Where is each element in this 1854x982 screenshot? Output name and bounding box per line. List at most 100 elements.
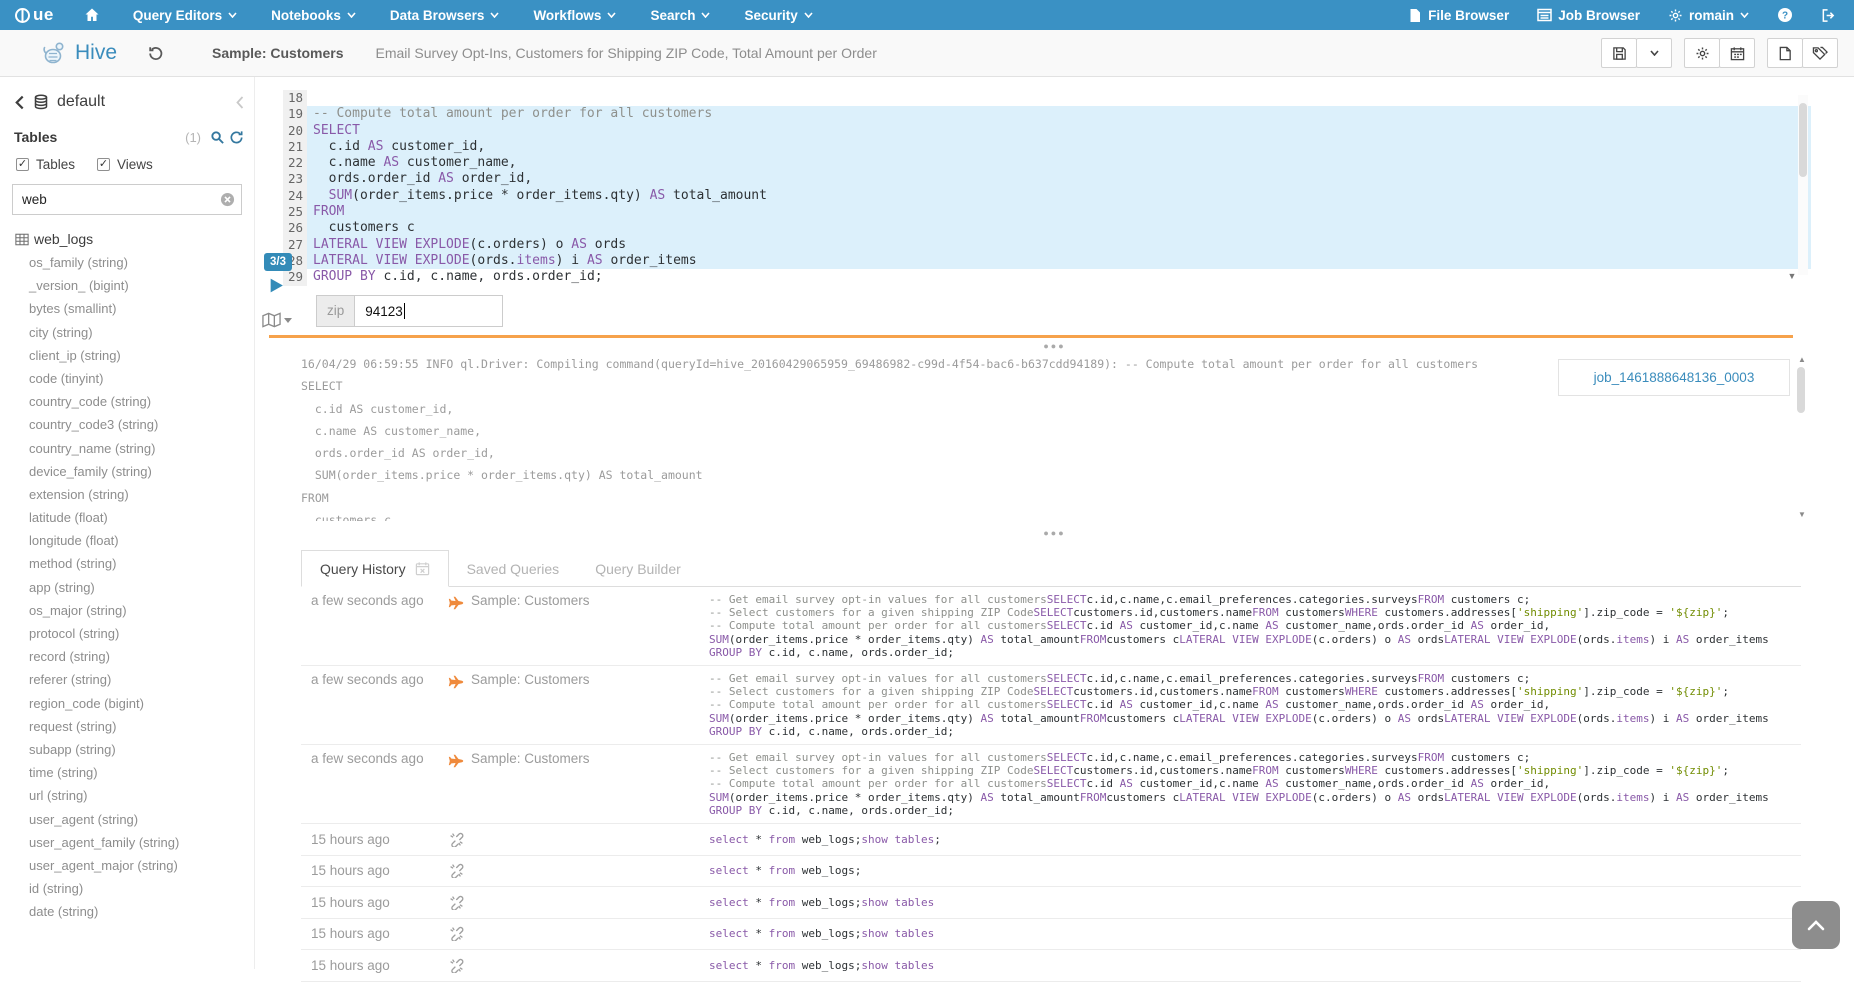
nav-item-query-editors[interactable]: Query Editors [116,0,254,30]
column-item[interactable]: user_agent_family (string) [15,831,254,854]
scroll-to-top-button[interactable] [1792,901,1840,949]
clear-history-icon[interactable] [415,561,430,576]
nav-item-job-browser[interactable]: Job Browser [1523,0,1654,30]
nav-item-file-browser[interactable]: File Browser [1394,0,1523,30]
code-line[interactable]: 27LATERAL VIEW EXPLODE(c.orders) o AS or… [283,237,1811,253]
save-button[interactable] [1601,38,1637,68]
column-item[interactable]: region_code (bigint) [15,692,254,715]
parameters-menu-button[interactable] [262,312,292,328]
column-item[interactable]: subapp (string) [15,738,254,761]
code-line[interactable]: 24 SUM(order_items.price * order_items.q… [283,188,1811,204]
refresh-icon[interactable] [229,130,244,145]
search-icon[interactable] [210,130,225,145]
history-row[interactable]: 15 hours agoselect * from web_logs;show … [301,824,1801,856]
column-item[interactable]: country_code3 (string) [15,413,254,436]
save-options-button[interactable] [1636,38,1672,68]
history-row[interactable]: 15 hours agoselect * from web_logs;show … [301,919,1801,951]
document-title[interactable]: Sample: Customers [212,45,343,61]
scrollbar-thumb[interactable] [1797,367,1805,413]
column-item[interactable]: country_code (string) [15,390,254,413]
code-line[interactable]: 18 [283,90,1811,106]
tab-query-builder[interactable]: Query Builder [577,550,699,587]
help-button[interactable]: ? [1763,0,1807,30]
column-item[interactable]: bytes (smallint) [15,297,254,320]
nav-item-security[interactable]: Security [727,0,829,30]
table-filter-input[interactable] [12,184,242,215]
scroll-up-icon[interactable]: ▲ [1798,355,1806,364]
code-line[interactable]: 26 customers c [283,220,1811,236]
collapse-assist-icon[interactable] [236,96,244,109]
tags-button[interactable] [1802,38,1838,68]
new-query-button[interactable] [1767,38,1803,68]
scrollbar-thumb[interactable] [1799,103,1807,177]
column-item[interactable]: referer (string) [15,668,254,691]
code-line[interactable]: 20SELECT [283,123,1811,139]
nav-item-data-browsers[interactable]: Data Browsers [373,0,517,30]
editor-scroll-down-icon[interactable]: ▼ [1783,268,1801,284]
code-line[interactable]: 28LATERAL VIEW EXPLODE(ords.items) i AS … [283,253,1811,269]
column-item[interactable]: id (string) [15,877,254,900]
code-line[interactable]: 21 c.id AS customer_id, [283,139,1811,155]
editor-scrollbar[interactable] [1798,95,1808,275]
query-history-icon[interactable] [147,45,164,62]
column-item[interactable]: os_major (string) [15,599,254,622]
column-item[interactable]: code (tinyint) [15,367,254,390]
hue-logo[interactable]: ue [14,5,54,25]
home-button[interactable] [68,7,116,23]
scroll-down-icon[interactable]: ▼ [1798,510,1806,519]
parameter-value-input[interactable]: 94123 [355,295,503,327]
clear-search-icon[interactable] [220,192,235,207]
column-item[interactable]: os_family (string) [15,251,254,274]
column-item[interactable]: app (string) [15,576,254,599]
database-name[interactable]: default [57,93,105,111]
history-row[interactable]: 15 hours agoselect * from web_logs;show … [301,950,1801,982]
job-link[interactable]: job_1461888648136_0003 [1558,359,1790,396]
column-item[interactable]: request (string) [15,715,254,738]
code-line[interactable]: 22 c.name AS customer_name, [283,155,1811,171]
column-item[interactable]: city (string) [15,321,254,344]
code-line[interactable]: 29GROUP BY c.id, c.name, ords.order_id; [283,269,1811,285]
column-item[interactable]: time (string) [15,761,254,784]
table-item-web-logs[interactable]: web_logs [15,231,254,247]
history-row[interactable]: 15 hours agoselect * from web_logs;show … [301,887,1801,919]
column-item[interactable]: method (string) [15,552,254,575]
code-editor[interactable]: 1819-- Compute total amount per order fo… [283,90,1811,286]
resize-handle[interactable]: ●●● [255,342,1854,350]
history-row[interactable]: a few seconds agoSample: Customers-- Get… [301,666,1801,745]
column-item[interactable]: longitude (float) [15,529,254,552]
execute-button[interactable] [268,277,285,299]
schedule-button[interactable] [1719,38,1755,68]
column-item[interactable]: country_name (string) [15,437,254,460]
column-item[interactable]: extension (string) [15,483,254,506]
code-line[interactable]: 19-- Compute total amount per order for … [283,106,1811,122]
filter-tables-checkbox[interactable]: ✓ Tables [16,157,75,172]
code-line[interactable]: 25FROM [283,204,1811,220]
back-icon[interactable] [14,95,25,110]
tab-saved-queries[interactable]: Saved Queries [449,550,578,587]
column-item[interactable]: record (string) [15,645,254,668]
column-item[interactable]: client_ip (string) [15,344,254,367]
column-item[interactable]: url (string) [15,784,254,807]
nav-item-notebooks[interactable]: Notebooks [254,0,373,30]
history-row[interactable]: a few seconds agoSample: Customers-- Get… [301,587,1801,666]
history-row[interactable]: 15 hours agoselect * from web_logs; [301,856,1801,888]
column-item[interactable]: _version_ (bigint) [15,274,254,297]
column-item[interactable]: date (string) [15,900,254,923]
nav-item-user-menu[interactable]: romain [1654,0,1763,30]
tab-query-history[interactable]: Query History [301,550,449,587]
column-item[interactable]: protocol (string) [15,622,254,645]
column-item[interactable]: device_family (string) [15,460,254,483]
document-subtitle[interactable]: Email Survey Opt-Ins, Customers for Ship… [376,45,877,61]
nav-item-workflows[interactable]: Workflows [516,0,633,30]
column-item[interactable]: user_agent (string) [15,808,254,831]
log-scrollbar[interactable]: ▲ ▼ [1796,355,1807,519]
logout-button[interactable] [1807,0,1854,30]
filter-views-checkbox[interactable]: ✓ Views [97,157,153,172]
column-item[interactable]: latitude (float) [15,506,254,529]
nav-item-search[interactable]: Search [633,0,727,30]
column-item[interactable]: user_agent_major (string) [15,854,254,877]
code-line[interactable]: 23 ords.order_id AS order_id, [283,171,1811,187]
settings-button[interactable] [1684,38,1720,68]
history-row[interactable]: a few seconds agoSample: Customers-- Get… [301,745,1801,824]
resize-handle[interactable]: ●●● [255,529,1854,537]
